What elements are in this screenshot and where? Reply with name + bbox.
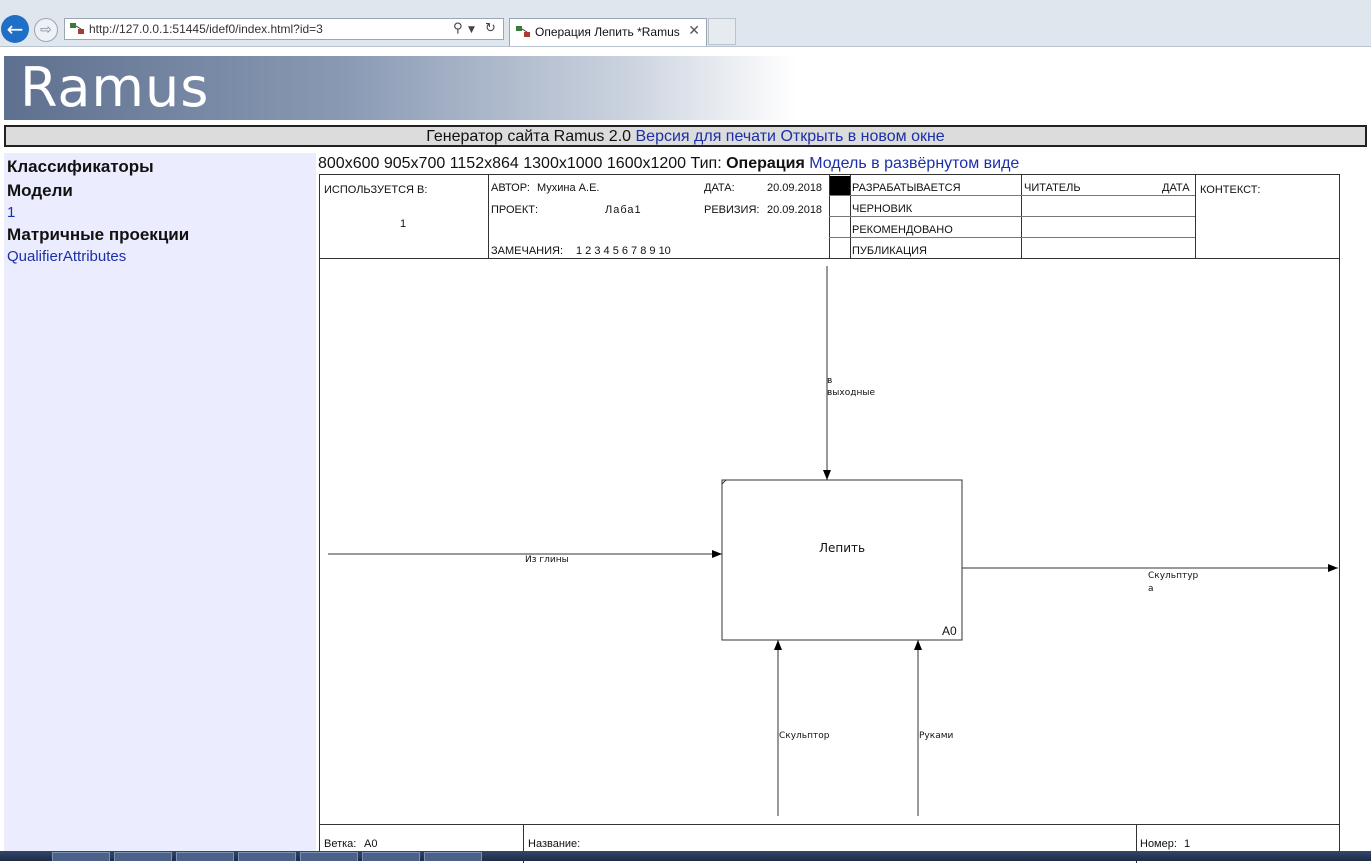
status-recommended: РЕКОМЕНДОВАНО [852, 224, 953, 236]
address-bar[interactable]: http://127.0.0.1:51445/idef0/index.html?… [64, 18, 504, 40]
diagram-header: ИСПОЛЬЗУЕТСЯ В: 1 АВТОР: Мухина А.Е. ПРО… [320, 175, 1339, 259]
new-tab-button[interactable] [708, 18, 736, 45]
taskbar-button-app[interactable] [300, 852, 358, 861]
size-1600x1200[interactable]: 1600x1200 [607, 155, 686, 172]
control-label-line2: выходные [827, 388, 875, 398]
author-value: Мухина А.Е. [537, 182, 600, 194]
branch-value: A0 [364, 838, 378, 850]
status-draft: ЧЕРНОВИК [852, 203, 913, 215]
status-marker [830, 176, 850, 195]
number-value: 1 [1184, 838, 1191, 850]
expanded-view-link[interactable]: Модель в развёрнутом виде [809, 155, 1019, 172]
status-developing: РАЗРАБАТЫВАЕТСЯ [852, 182, 961, 194]
type-value: Операция [726, 155, 805, 172]
open-new-window-link[interactable]: Открыть в новом окне [780, 128, 944, 145]
close-icon[interactable]: ✕ [688, 23, 700, 39]
tab-active[interactable]: Операция Лепить *Ramus ✕ [509, 18, 707, 46]
output-label-line1: Скульптур [1148, 571, 1199, 581]
author-label: АВТОР: [491, 182, 530, 194]
size-800x600[interactable]: 800x600 [318, 155, 379, 172]
size-1152x864[interactable]: 1152x864 [450, 155, 519, 172]
size-1300x1000[interactable]: 1300x1000 [523, 155, 602, 172]
taskbar-button-explorer[interactable] [114, 852, 172, 861]
activity-box-id: A0 [942, 624, 957, 638]
reader-label: ЧИТАТЕЛЬ [1024, 182, 1081, 194]
activity-box-label[interactable]: Лепить [819, 541, 865, 555]
forward-arrow-icon[interactable]: ⇨ [34, 18, 58, 42]
number-label: Номер: [1140, 838, 1177, 850]
status-publication: ПУБЛИКАЦИЯ [852, 245, 927, 257]
notes-label: ЗАМЕЧАНИЯ: [491, 245, 563, 257]
refresh-icon[interactable]: ↻ [485, 21, 496, 36]
date-value: 20.09.2018 [767, 182, 823, 194]
idef0-diagram-frame: ИСПОЛЬЗУЕТСЯ В: 1 АВТОР: Мухина А.Е. ПРО… [319, 174, 1340, 863]
sidebar-models-heading: Модели [7, 181, 73, 200]
input-label: Из глины [525, 555, 569, 565]
output-label-line2: а [1148, 584, 1154, 594]
taskbar-button-other[interactable] [424, 852, 482, 861]
project-label: ПРОЕКТ: [491, 204, 539, 216]
browser-toolbar: ← ⇨ http://127.0.0.1:51445/idef0/index.h… [0, 0, 1371, 47]
date-label: ДАТА: [704, 182, 735, 194]
notes-numbers: 1 2 3 4 5 6 7 8 9 10 [576, 245, 671, 257]
used-in-label: ИСПОЛЬЗУЕТСЯ В: [324, 184, 428, 196]
diagram-canvas: Лепить A0 в выходные Из глины Скульптур … [320, 258, 1339, 824]
mechanism1-label: Скульптор [779, 731, 830, 741]
generator-bar: Генератор сайта Ramus 2.0 Версия для печ… [4, 125, 1367, 147]
project-value: Лаба1 [605, 204, 642, 216]
branch-label: Ветка: [324, 838, 357, 850]
reader-date-label: ДАТА [1162, 182, 1190, 194]
control-label-line1: в [827, 376, 833, 386]
taskbar-button-ie[interactable] [52, 852, 110, 861]
sidebar: Классификаторы Модели 1 Матричные проекц… [4, 153, 316, 861]
activity-box [721, 479, 963, 641]
page-favicon-icon [70, 23, 84, 34]
sidebar-qualifier-link[interactable]: QualifierAttributes [7, 248, 316, 265]
generator-text: Генератор сайта Ramus 2.0 [426, 128, 632, 145]
sidebar-model-link[interactable]: 1 [7, 204, 316, 221]
size-905x700[interactable]: 905x700 [384, 155, 445, 172]
revision-value: 20.09.2018 [767, 204, 823, 216]
type-label: Тип: [690, 155, 722, 172]
name-label: Название: [528, 838, 581, 850]
revision-label: РЕВИЗИЯ: [704, 204, 760, 216]
site-banner: Ramus [4, 56, 1371, 120]
taskbar-button-media[interactable] [176, 852, 234, 861]
search-icon[interactable]: ⚲ [453, 21, 463, 36]
taskbar-button-chrome[interactable] [238, 852, 296, 861]
tab-title: Операция Лепить *Ramus [535, 25, 680, 39]
back-arrow-icon[interactable]: ← [1, 15, 29, 43]
view-options-row: 800x600 905x700 1152x864 1300x1000 1600x… [318, 155, 1019, 173]
mechanism2-label: Руками [919, 731, 954, 741]
ramus-logo: Ramus [20, 56, 210, 119]
taskbar-button-player[interactable] [362, 852, 420, 861]
print-version-link[interactable]: Версия для печати [636, 128, 776, 145]
sidebar-matrix-heading: Матричные проекции [7, 225, 190, 244]
sidebar-classifiers-heading[interactable]: Классификаторы [7, 157, 316, 177]
dropdown-icon[interactable]: ▼ [468, 25, 475, 35]
address-url[interactable]: http://127.0.0.1:51445/idef0/index.html?… [89, 22, 323, 36]
context-label: КОНТЕКСТ: [1200, 184, 1261, 196]
tab-favicon-icon [516, 26, 530, 37]
used-in-value[interactable]: 1 [400, 218, 406, 230]
